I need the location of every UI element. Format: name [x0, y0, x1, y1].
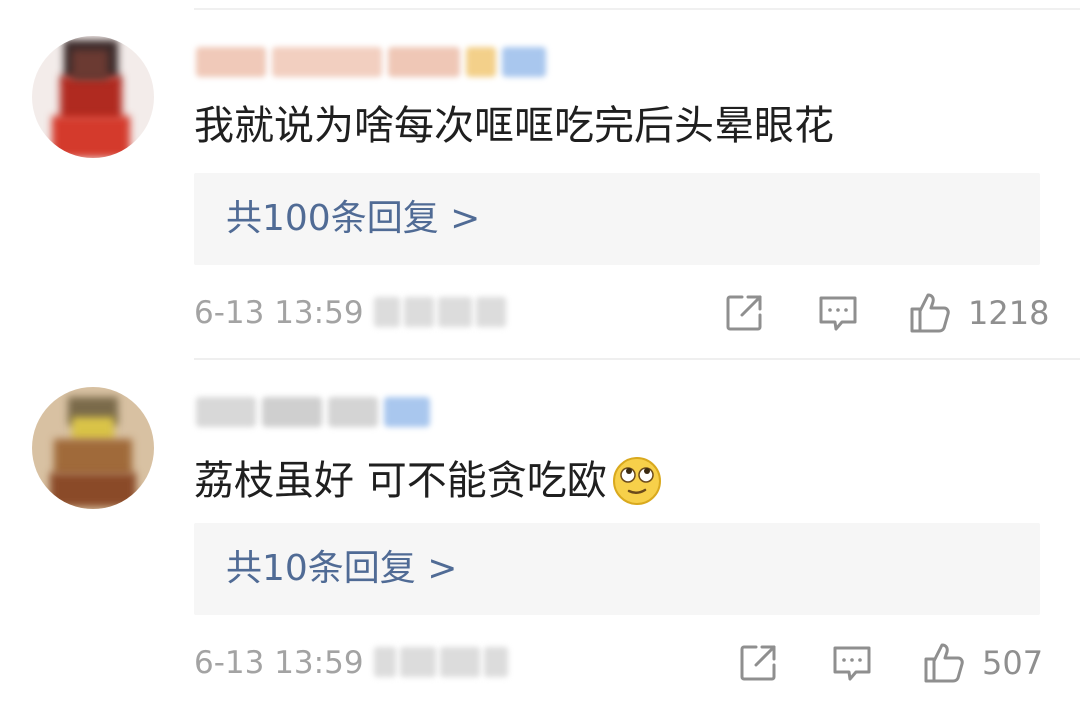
thumbs-up-icon[interactable] — [922, 641, 966, 685]
view-replies-link[interactable]: 共100条回复 > — [226, 195, 480, 243]
comment-divider — [194, 358, 1080, 360]
comment-meta: 6-13 13:59 — [194, 639, 1044, 689]
like-count: 507 — [982, 644, 1044, 682]
timestamp: 6-13 13:59 — [194, 295, 364, 331]
rolling-eyes-emoji — [611, 455, 663, 507]
username-blurred[interactable] — [196, 42, 546, 82]
comment-text-content: 荔枝虽好 可不能贪吃欧 — [194, 458, 607, 504]
location-blurred — [374, 297, 508, 329]
avatar[interactable] — [32, 36, 154, 158]
location-blurred — [374, 647, 508, 679]
username-blurred[interactable] — [196, 394, 430, 430]
view-replies-link[interactable]: 共10条回复 > — [226, 545, 457, 593]
replies-panel[interactable]: 共100条回复 > — [194, 173, 1040, 265]
share-icon[interactable] — [736, 641, 780, 685]
share-icon[interactable] — [722, 291, 766, 335]
like-count: 1218 — [968, 294, 1050, 332]
comment-icon[interactable] — [830, 641, 874, 685]
thumbs-up-icon[interactable] — [908, 291, 952, 335]
timestamp: 6-13 13:59 — [194, 645, 364, 681]
comment-meta: 6-13 13:59 — [194, 289, 1049, 339]
comment-icon[interactable] — [816, 291, 860, 335]
comment-text: 我就说为啥每次哐哐吃完后头晕眼花 — [194, 103, 834, 149]
comment-text: 荔枝虽好 可不能贪吃欧 — [194, 455, 663, 507]
top-divider — [194, 8, 1080, 10]
replies-panel[interactable]: 共10条回复 > — [194, 523, 1040, 615]
avatar[interactable] — [32, 387, 154, 509]
